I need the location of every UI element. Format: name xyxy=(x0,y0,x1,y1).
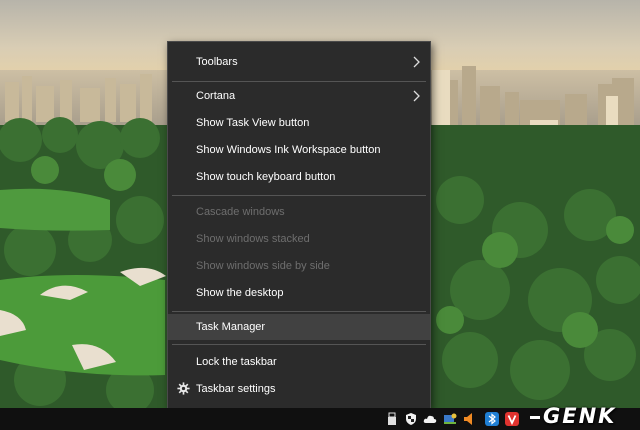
gear-icon xyxy=(177,382,190,395)
menu-item-label: Cascade windows xyxy=(196,206,285,218)
menu-item-cascade-windows: Cascade windows xyxy=(168,199,430,225)
security-shield-icon[interactable] xyxy=(404,412,418,426)
menu-separator xyxy=(172,81,426,82)
menu-item-taskbar-settings[interactable]: Taskbar settings xyxy=(168,376,430,402)
menu-item-label: Show windows stacked xyxy=(196,233,310,245)
taskbar-context-menu: Toolbars Cortana Show Task View button S… xyxy=(167,41,431,409)
bluetooth-app-icon[interactable] xyxy=(485,412,499,426)
menu-item-task-manager[interactable]: Task Manager xyxy=(168,314,430,340)
chevron-right-icon xyxy=(413,56,420,68)
menu-item-label: Cortana xyxy=(196,90,236,102)
menu-item-label: Show Task View button xyxy=(196,117,310,129)
vivaldi-icon[interactable] xyxy=(505,412,519,426)
menu-item-cortana[interactable]: Cortana xyxy=(168,83,430,109)
menu-item-show-the-desktop[interactable]: Show the desktop xyxy=(168,280,430,306)
menu-item-show-windows-side-by-side: Show windows side by side xyxy=(168,253,430,279)
menu-separator xyxy=(172,195,426,196)
menu-item-lock-the-taskbar[interactable]: Lock the taskbar xyxy=(168,349,430,375)
menu-item-label: Show windows side by side xyxy=(196,260,330,272)
menu-separator xyxy=(172,311,426,312)
logo-dash xyxy=(530,415,540,419)
genk-watermark-logo: GENK xyxy=(530,403,634,430)
menu-item-show-windows-ink-workspace-button[interactable]: Show Windows Ink Workspace button xyxy=(168,137,430,163)
menu-item-label: Taskbar settings xyxy=(196,383,276,395)
menu-item-label: Toolbars xyxy=(196,56,238,68)
menu-item-show-windows-stacked: Show windows stacked xyxy=(168,226,430,252)
onedrive-cloud-icon[interactable] xyxy=(423,412,437,426)
menu-item-toolbars[interactable]: Toolbars xyxy=(168,49,430,75)
menu-item-show-task-view-button[interactable]: Show Task View button xyxy=(168,110,430,136)
menu-item-label: Lock the taskbar xyxy=(196,356,277,368)
volume-icon[interactable] xyxy=(463,412,477,426)
menu-separator xyxy=(172,344,426,345)
menu-item-label: Show the desktop xyxy=(196,287,284,299)
menu-item-label: Task Manager xyxy=(196,321,266,333)
chevron-right-icon xyxy=(413,90,420,102)
logo-text: GENK xyxy=(543,404,617,428)
menu-item-label: Show Windows Ink Workspace button xyxy=(196,144,381,156)
usb-device-icon[interactable] xyxy=(385,412,399,426)
network-icon[interactable] xyxy=(443,412,457,426)
menu-item-label: Show touch keyboard button xyxy=(196,171,336,183)
menu-item-show-touch-keyboard-button[interactable]: Show touch keyboard button xyxy=(168,164,430,190)
